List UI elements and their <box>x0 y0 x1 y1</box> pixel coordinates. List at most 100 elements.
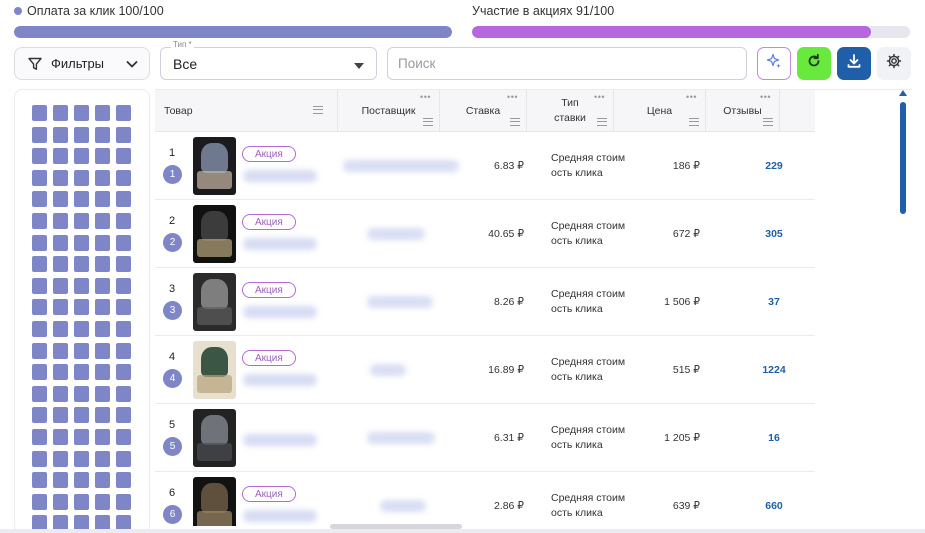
vertical-scrollbar[interactable] <box>898 90 908 530</box>
promo-badge: Акция <box>242 350 296 366</box>
product-thumbnail[interactable] <box>193 341 236 399</box>
settings-button[interactable] <box>877 47 911 80</box>
grid-cell <box>53 407 68 424</box>
column-header-product[interactable]: Товар <box>155 90 338 132</box>
rate-value: 16.89 ₽ <box>488 363 524 376</box>
column-menu-icon[interactable] <box>763 118 773 126</box>
grid-cell <box>32 234 47 251</box>
grid-cell <box>95 342 110 359</box>
product-name-redacted <box>243 306 317 318</box>
product-thumbnail[interactable] <box>193 273 236 331</box>
grid-cell <box>95 191 110 208</box>
product-name-redacted <box>243 510 317 522</box>
promotions-fill <box>472 26 871 38</box>
grid-cell <box>53 148 68 165</box>
rate-value: 6.31 ₽ <box>493 431 524 444</box>
more-icon[interactable]: ••• <box>686 93 697 102</box>
ai-assist-button[interactable] <box>757 47 791 80</box>
row-number: 6 <box>169 487 176 499</box>
position-badge: 4 <box>163 369 182 388</box>
scrollbar-thumb[interactable] <box>900 102 906 214</box>
grid-cell <box>116 212 131 229</box>
reviews-link[interactable]: 305 <box>743 200 805 267</box>
grid-cell <box>32 126 47 143</box>
reviews-link[interactable]: 229 <box>743 132 805 199</box>
table-row[interactable]: 2 2 Акция 40.65 ₽ Средняя стоим ость кли… <box>155 200 815 268</box>
column-header-rate[interactable]: ••• Ставка <box>440 90 527 132</box>
table-row[interactable]: 5 5 6.31 ₽ Средняя стоим ость клика 1 20… <box>155 404 815 472</box>
grid-cell <box>32 191 47 208</box>
grid-cell <box>53 299 68 316</box>
reviews-link[interactable]: 16 <box>743 404 805 471</box>
grid-cell <box>32 472 47 489</box>
grid-cell <box>53 234 68 251</box>
supplier-redacted <box>367 432 435 444</box>
grid-cell <box>116 472 131 489</box>
grid-cell <box>53 277 68 294</box>
grid-cell <box>116 277 131 294</box>
column-header-reviews[interactable]: ••• Отзывы <box>706 90 780 132</box>
product-thumbnail[interactable] <box>193 477 236 526</box>
thumbnail-shape <box>197 307 232 325</box>
column-menu-icon[interactable] <box>423 118 433 126</box>
more-icon[interactable]: ••• <box>420 93 431 102</box>
reviews-link[interactable]: 37 <box>743 268 805 335</box>
column-header-type[interactable]: ••• Тип ставки <box>527 90 614 132</box>
refresh-button[interactable] <box>797 47 831 80</box>
type-select-legend: Тип * <box>171 40 194 49</box>
supplier-redacted <box>367 228 425 240</box>
promo-badge: Акция <box>242 486 296 502</box>
grid-cell <box>95 472 110 489</box>
column-header-supplier[interactable]: ••• Поставщик <box>338 90 440 132</box>
table-row[interactable]: 3 3 Акция 8.26 ₽ Средняя стоим ость клик… <box>155 268 815 336</box>
table-row[interactable]: 1 1 Акция 6.83 ₽ Средняя стоим ость клик… <box>155 132 815 200</box>
grid-cell <box>116 320 131 337</box>
reviews-link[interactable]: 660 <box>743 472 805 526</box>
column-menu-icon[interactable] <box>313 106 323 114</box>
download-button[interactable] <box>837 47 871 80</box>
column-header-price[interactable]: ••• Цена <box>614 90 706 132</box>
column-header-reviews-label: Отзывы <box>723 104 762 117</box>
table-header: Товар ••• Поставщик ••• Ставка ••• Тип с… <box>155 90 815 132</box>
search-input[interactable] <box>387 47 747 80</box>
grid-cell <box>53 212 68 229</box>
more-icon[interactable]: ••• <box>760 93 771 102</box>
grid-cell <box>32 148 47 165</box>
grid-cell <box>95 320 110 337</box>
rate-type-line2: ость клика <box>551 234 603 247</box>
price-value: 1 205 ₽ <box>664 431 700 444</box>
product-name-redacted <box>243 170 317 182</box>
grid-cell <box>53 428 68 445</box>
column-menu-icon[interactable] <box>597 118 607 126</box>
grid-cell <box>32 277 47 294</box>
grid-cell <box>53 493 68 510</box>
more-icon[interactable]: ••• <box>594 93 605 102</box>
table-row[interactable]: 4 4 Акция 16.89 ₽ Средняя стоим ость кли… <box>155 336 815 404</box>
grid-cell <box>74 450 89 467</box>
product-thumbnail[interactable] <box>193 205 236 263</box>
click-payment-label: Оплата за клик 100/100 <box>14 4 452 18</box>
column-menu-icon[interactable] <box>510 118 520 126</box>
grid-cell <box>95 428 110 445</box>
rate-type-line2: ость клика <box>551 166 603 179</box>
rate-value: 8.26 ₽ <box>493 295 524 308</box>
type-select[interactable]: Тип * Все <box>160 40 377 80</box>
table-row[interactable]: 6 6 Акция 2.86 ₽ Средняя стоим ость клик… <box>155 472 815 526</box>
column-header-rate-label: Ставка <box>465 104 501 117</box>
grid-cell <box>53 169 68 186</box>
product-thumbnail[interactable] <box>193 137 236 195</box>
more-icon[interactable]: ••• <box>507 93 518 102</box>
scroll-up-arrow-icon[interactable] <box>899 90 907 96</box>
product-thumbnail[interactable] <box>193 409 236 467</box>
grid-cell <box>74 212 89 229</box>
chevron-down-icon[interactable] <box>125 57 139 71</box>
grid-cell <box>53 320 68 337</box>
filters-sidebar <box>14 89 150 533</box>
row-number: 5 <box>169 419 176 431</box>
reviews-link[interactable]: 1224 <box>743 336 805 403</box>
filters-button[interactable]: Фильтры <box>14 47 150 80</box>
grid-cell <box>32 169 47 186</box>
sparkle-icon <box>765 52 783 75</box>
grid-cell <box>116 126 131 143</box>
column-menu-icon[interactable] <box>689 118 699 126</box>
